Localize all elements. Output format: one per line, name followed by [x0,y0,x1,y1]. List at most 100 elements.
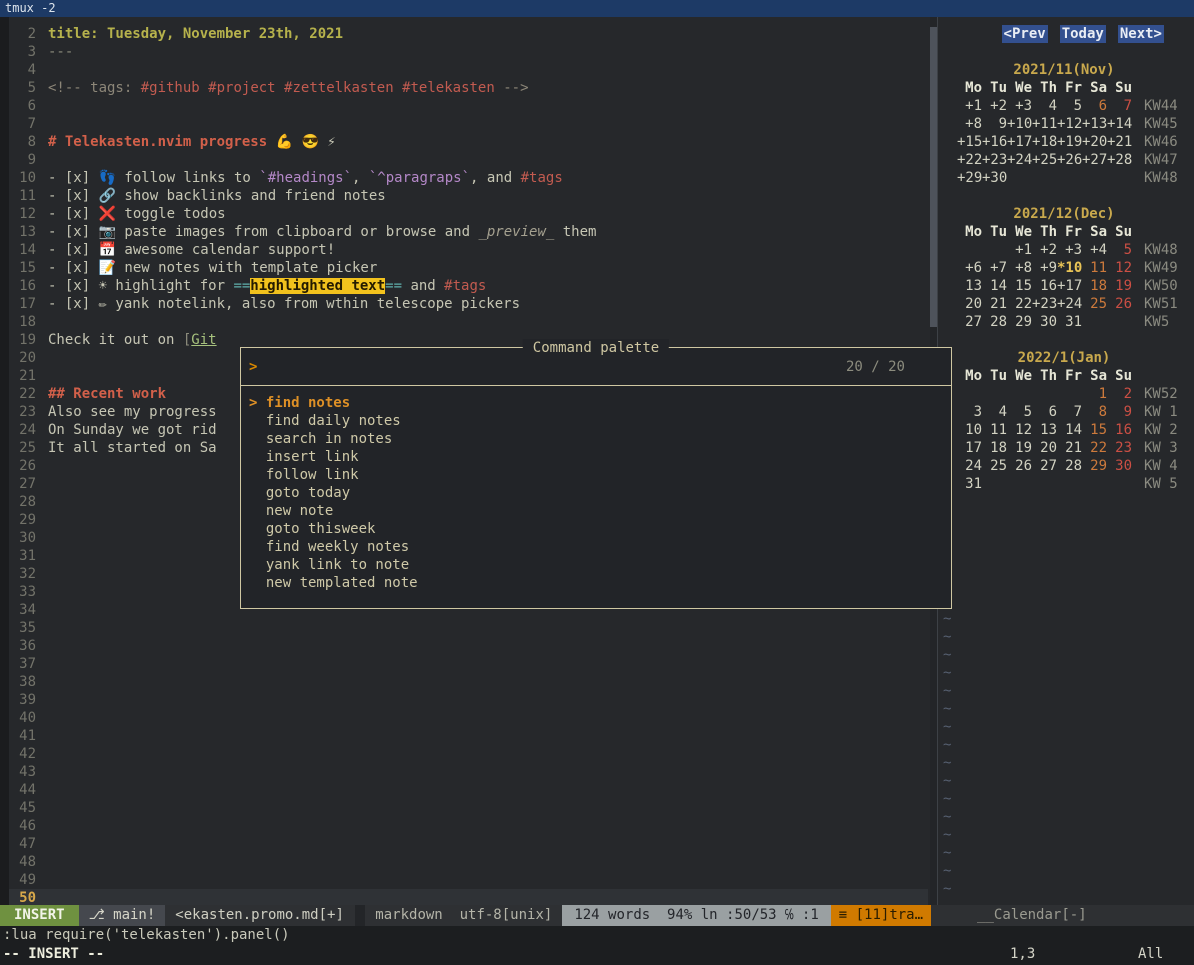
calendar-day[interactable]: 31 [957,475,982,493]
calendar-day[interactable]: +24 [1007,151,1032,169]
calendar-day[interactable]: +27 [1082,151,1107,169]
editor-line[interactable]: 48 [0,853,937,871]
calendar-next-button[interactable]: Next> [1118,25,1164,43]
calendar-day[interactable]: 12 [1107,259,1132,277]
calendar-day[interactable]: 2 [1107,385,1132,403]
calendar-day[interactable]: +23 [982,151,1007,169]
calendar-day[interactable]: 27 [957,313,982,331]
calendar-day[interactable]: 19 [1007,439,1032,457]
calendar-day[interactable]: 25 [1082,295,1107,313]
editor-line[interactable]: 39 [0,691,937,709]
calendar-day[interactable]: 13 [1032,421,1057,439]
calendar-day[interactable]: +25 [1032,151,1057,169]
editor-line[interactable]: 35 [0,619,937,637]
palette-item[interactable]: follow link [249,466,951,484]
editor-line[interactable]: 3--- [0,43,937,61]
calendar-day[interactable]: 16 [1107,421,1132,439]
calendar-day[interactable]: +7 [982,259,1007,277]
calendar-day[interactable]: +19 [1057,133,1082,151]
palette-item[interactable]: new templated note [249,574,951,592]
editor-line[interactable]: 37 [0,655,937,673]
calendar-day[interactable]: +28 [1107,151,1132,169]
calendar-day[interactable]: 5 [1057,97,1082,115]
palette-item[interactable]: find daily notes [249,412,951,430]
editor-line[interactable]: 18 [0,313,937,331]
calendar-day[interactable]: 14 [1057,421,1082,439]
calendar-day[interactable]: +17 [1007,133,1032,151]
editor-line[interactable]: 11- [x] 🔗 show backlinks and friend note… [0,187,937,205]
calendar-day[interactable]: 3 [957,403,982,421]
calendar-day[interactable]: 18 [1082,277,1107,295]
calendar-day[interactable]: 28 [982,313,1007,331]
calendar-day[interactable]: +15 [957,133,982,151]
calendar-day[interactable]: +14 [1107,115,1132,133]
editor-line[interactable]: 6 [0,97,937,115]
calendar-day[interactable]: +18 [1032,133,1057,151]
editor-line[interactable]: 2title: Tuesday, November 23th, 2021 [0,25,937,43]
editor-line[interactable]: 36 [0,637,937,655]
editor-line[interactable]: 13- [x] 📷 paste images from clipboard or… [0,223,937,241]
calendar-day[interactable]: 11 [982,421,1007,439]
calendar-day[interactable]: +2 [1032,241,1057,259]
editor-line[interactable]: 15- [x] 📝 new notes with template picker [0,259,937,277]
calendar-day[interactable]: 19 [1107,277,1132,295]
calendar-day[interactable]: 20 [957,295,982,313]
calendar-day[interactable]: +10 [1007,115,1032,133]
editor-line[interactable]: 45 [0,799,937,817]
calendar-day[interactable]: 16 [1032,277,1057,295]
palette-item[interactable]: new note [249,502,951,520]
calendar-day[interactable]: +16 [982,133,1007,151]
palette-item[interactable]: > find notes [249,394,951,412]
editor-line[interactable]: 50 [0,889,928,905]
calendar-day[interactable]: 15 [1007,277,1032,295]
palette-item[interactable]: find weekly notes [249,538,951,556]
calendar-day[interactable]: 26 [1107,295,1132,313]
calendar-day[interactable]: 28 [1057,457,1082,475]
calendar-day[interactable]: +21 [1107,133,1132,151]
calendar-day[interactable]: +3 [1007,97,1032,115]
calendar-day[interactable]: 7 [1057,403,1082,421]
editor-line[interactable]: 9 [0,151,937,169]
command-line[interactable]: :lua require('telekasten').panel() [0,926,1194,944]
calendar-day[interactable]: 4 [1032,97,1057,115]
calendar-day[interactable]: 9 [982,115,1007,133]
editor-line[interactable]: 10- [x] 👣 follow links to `#headings`, `… [0,169,937,187]
palette-item[interactable]: insert link [249,448,951,466]
calendar-day[interactable]: +12 [1057,115,1082,133]
calendar-day[interactable]: +8 [1007,259,1032,277]
editor-line[interactable]: 49 [0,871,937,889]
calendar-day[interactable]: +22 [957,151,982,169]
palette-item[interactable]: search in notes [249,430,951,448]
calendar-day[interactable]: +2 [982,97,1007,115]
editor-line[interactable]: 47 [0,835,937,853]
calendar-day[interactable]: 22 [1082,439,1107,457]
calendar-day[interactable]: +20 [1082,133,1107,151]
calendar-day[interactable]: 8 [1082,403,1107,421]
calendar-day[interactable]: +1 [1007,241,1032,259]
calendar-day[interactable]: +9 [1032,259,1057,277]
editor-line[interactable]: 4 [0,61,937,79]
calendar-day[interactable]: +11 [1032,115,1057,133]
calendar-day[interactable]: 11 [1082,259,1107,277]
editor-line[interactable]: 43 [0,763,937,781]
calendar-day[interactable]: 6 [1082,97,1107,115]
editor-line[interactable]: 14- [x] 📅 awesome calendar support! [0,241,937,259]
calendar-day[interactable]: 1 [1082,385,1107,403]
calendar-day[interactable]: +13 [1082,115,1107,133]
calendar-day[interactable]: 21 [1057,439,1082,457]
calendar-day[interactable]: 30 [1107,457,1132,475]
calendar-day[interactable]: +30 [982,169,1007,187]
palette-item[interactable]: goto thisweek [249,520,951,538]
editor-line[interactable]: 41 [0,727,937,745]
editor-line[interactable]: 17- [x] ✏ yank notelink, also from wthin… [0,295,937,313]
calendar-day[interactable]: 14 [982,277,1007,295]
calendar-day[interactable]: +3 [1057,241,1082,259]
calendar-day[interactable]: 18 [982,439,1007,457]
editor-line[interactable]: 38 [0,673,937,691]
editor-line[interactable]: 12- [x] ❌ toggle todos [0,205,937,223]
calendar-day[interactable]: 4 [982,403,1007,421]
palette-item[interactable]: goto today [249,484,951,502]
editor-line[interactable]: 16- [x] ☀ highlight for ==highlighted te… [0,277,937,295]
calendar-day[interactable]: 30 [1032,313,1057,331]
calendar-day[interactable]: +24 [1057,295,1082,313]
